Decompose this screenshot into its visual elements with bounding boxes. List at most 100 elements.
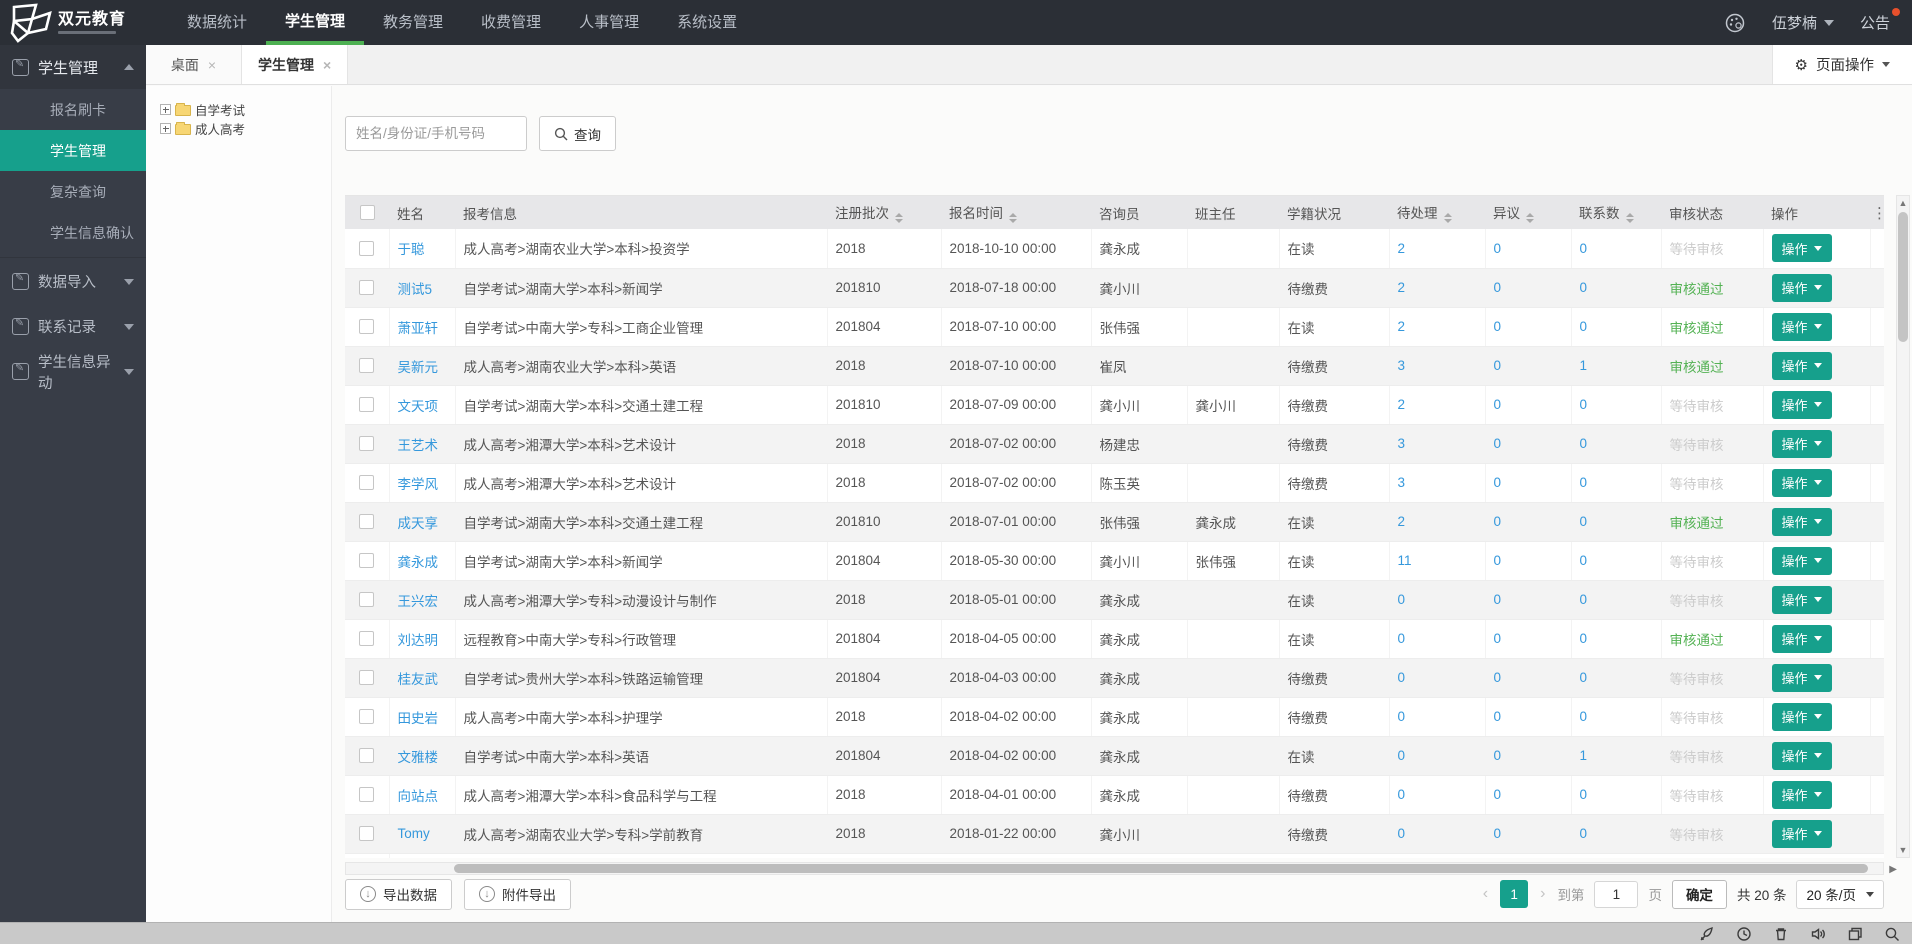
goto-page-input[interactable] [1594, 881, 1638, 908]
sidebar-item-register-card[interactable]: 报名刷卡 [0, 89, 146, 130]
contact-count-link[interactable]: 0 [1580, 670, 1588, 685]
row-checkbox[interactable] [359, 592, 374, 607]
dispute-count-link[interactable]: 0 [1494, 787, 1502, 802]
dispute-count-link[interactable]: 0 [1494, 358, 1502, 373]
pending-count-link[interactable]: 0 [1398, 787, 1406, 802]
nav-item-hr-mgmt[interactable]: 人事管理 [560, 0, 658, 45]
pending-count-link[interactable]: 0 [1398, 709, 1406, 724]
row-action-button[interactable]: 操作 [1772, 430, 1832, 458]
row-checkbox[interactable] [359, 436, 374, 451]
sidebar-item-complex-query[interactable]: 复杂查询 [0, 171, 146, 212]
row-action-button[interactable]: 操作 [1772, 742, 1832, 770]
row-checkbox[interactable] [359, 670, 374, 685]
clock-icon[interactable] [1736, 926, 1752, 942]
export-attachment-button[interactable]: ↓ 附件导出 [464, 879, 571, 910]
pending-count-link[interactable]: 2 [1398, 280, 1406, 295]
pending-count-link[interactable]: 0 [1398, 748, 1406, 763]
student-name-link[interactable]: 田史岩 [398, 711, 439, 726]
pending-count-link[interactable]: 0 [1398, 826, 1406, 841]
student-name-link[interactable]: 萧亚轩 [398, 321, 439, 336]
row-action-button[interactable]: 操作 [1772, 625, 1832, 653]
column-settings-icon[interactable]: ⋮ [1870, 196, 1884, 229]
dispute-count-link[interactable]: 0 [1494, 553, 1502, 568]
column-apply-time[interactable]: 报名时间 [941, 196, 1091, 229]
user-menu[interactable]: 伍梦楠 [1772, 12, 1834, 33]
dispute-count-link[interactable]: 0 [1494, 397, 1502, 412]
contact-count-link[interactable]: 1 [1580, 748, 1588, 763]
student-name-link[interactable]: 桂友武 [398, 672, 439, 687]
scroll-up-arrow[interactable]: ▲ [1897, 198, 1909, 208]
sort-icon[interactable] [895, 213, 903, 223]
tab-desktop[interactable]: 桌面 × [146, 45, 242, 84]
dispute-count-link[interactable]: 0 [1494, 475, 1502, 490]
dispute-count-link[interactable]: 0 [1494, 514, 1502, 529]
nav-item-student-mgmt[interactable]: 学生管理 [266, 0, 364, 45]
row-action-button[interactable]: 操作 [1772, 352, 1832, 380]
expand-icon[interactable] [160, 104, 171, 115]
dispute-count-link[interactable]: 0 [1494, 826, 1502, 841]
tree-node-self-study-exam[interactable]: 自学考试 [160, 100, 331, 119]
row-checkbox[interactable] [359, 787, 374, 802]
student-name-link[interactable]: 刘达明 [398, 633, 439, 648]
row-action-button[interactable]: 操作 [1772, 586, 1832, 614]
pending-count-link[interactable]: 2 [1398, 397, 1406, 412]
contact-count-link[interactable]: 0 [1580, 397, 1588, 412]
nav-item-data-stats[interactable]: 数据统计 [168, 0, 266, 45]
close-icon[interactable]: × [208, 57, 216, 73]
contact-count-link[interactable]: 1 [1580, 358, 1588, 373]
tree-node-adult-college-exam[interactable]: 成人高考 [160, 119, 331, 138]
row-action-button[interactable]: 操作 [1772, 781, 1832, 809]
dispute-count-link[interactable]: 0 [1494, 592, 1502, 607]
row-action-button[interactable]: 操作 [1772, 664, 1832, 692]
speaker-icon[interactable] [1810, 926, 1826, 942]
sort-icon[interactable] [1526, 213, 1534, 223]
scroll-right-arrow[interactable]: ▶ [1889, 864, 1897, 875]
contact-count-link[interactable]: 0 [1580, 319, 1588, 334]
row-checkbox[interactable] [359, 280, 374, 295]
row-action-button[interactable]: 操作 [1772, 234, 1832, 262]
student-name-link[interactable]: 成天享 [398, 516, 439, 531]
student-name-link[interactable]: 于聪 [398, 242, 425, 257]
row-checkbox[interactable] [359, 397, 374, 412]
column-dispute[interactable]: 异议 [1485, 196, 1571, 229]
row-action-button[interactable]: 操作 [1772, 469, 1832, 497]
row-action-button[interactable]: 操作 [1772, 274, 1832, 302]
sidebar-group-contact-records[interactable]: 联系记录 [0, 305, 146, 348]
row-checkbox[interactable] [359, 319, 374, 334]
nav-item-fee-mgmt[interactable]: 收费管理 [462, 0, 560, 45]
row-action-button[interactable]: 操作 [1772, 820, 1832, 848]
contact-count-link[interactable]: 0 [1580, 631, 1588, 646]
student-name-link[interactable]: 龚永成 [398, 555, 439, 570]
nav-item-system-settings[interactable]: 系统设置 [658, 0, 756, 45]
row-action-button[interactable]: 操作 [1772, 508, 1832, 536]
sidebar-section-student-mgmt[interactable]: 学生管理 [0, 45, 146, 89]
dispute-count-link[interactable]: 0 [1494, 670, 1502, 685]
sidebar-group-data-import[interactable]: 数据导入 [0, 260, 146, 303]
row-checkbox[interactable] [359, 631, 374, 646]
column-contact-count[interactable]: 联系数 [1571, 196, 1661, 229]
student-name-link[interactable]: 吴新元 [398, 360, 439, 375]
sidebar-item-student-mgmt[interactable]: 学生管理 [0, 130, 146, 171]
dispute-count-link[interactable]: 0 [1494, 436, 1502, 451]
theme-palette-icon[interactable] [1724, 12, 1746, 34]
close-icon[interactable]: × [323, 57, 331, 73]
scroll-down-arrow[interactable]: ▼ [1897, 845, 1909, 855]
sidebar-item-student-info-confirm[interactable]: 学生信息确认 [0, 212, 146, 253]
contact-count-link[interactable]: 0 [1580, 553, 1588, 568]
search-input[interactable] [345, 116, 527, 151]
select-all-checkbox[interactable] [360, 205, 375, 220]
student-name-link[interactable]: 文天项 [398, 399, 439, 414]
row-action-button[interactable]: 操作 [1772, 547, 1832, 575]
column-pending[interactable]: 待处理 [1389, 196, 1485, 229]
student-name-link[interactable]: Tomy [398, 826, 430, 841]
contact-count-link[interactable]: 0 [1580, 787, 1588, 802]
row-checkbox[interactable] [359, 709, 374, 724]
window-restore-icon[interactable] [1847, 926, 1863, 942]
pending-count-link[interactable]: 3 [1398, 436, 1406, 451]
page-size-select[interactable]: 20 条/页 [1796, 880, 1884, 909]
student-name-link[interactable]: 王兴宏 [398, 594, 439, 609]
student-name-link[interactable]: 向站点 [398, 789, 439, 804]
student-name-link[interactable]: 王艺术 [398, 438, 439, 453]
row-checkbox[interactable] [359, 241, 374, 256]
contact-count-link[interactable]: 0 [1580, 826, 1588, 841]
